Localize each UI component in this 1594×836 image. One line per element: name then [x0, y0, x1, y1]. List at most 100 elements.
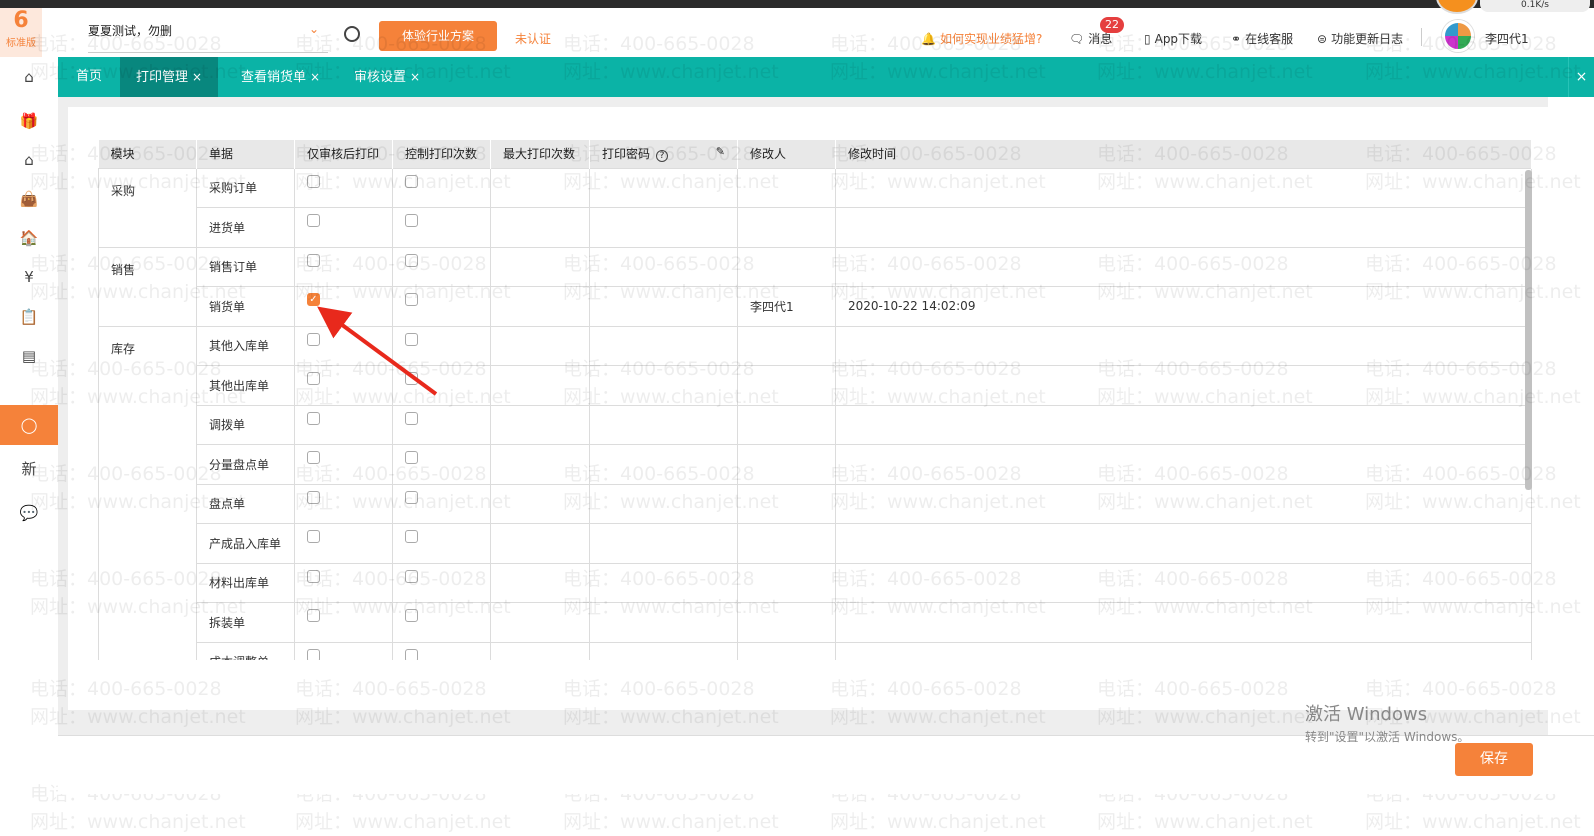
settings-cycle-icon[interactable]: ◯ — [0, 405, 58, 445]
max-count-cell[interactable] — [490, 246, 590, 287]
audit-only-checkbox[interactable] — [307, 332, 320, 346]
password-cell[interactable] — [589, 444, 738, 485]
control-count-checkbox[interactable] — [405, 530, 418, 544]
table-scrollbar[interactable] — [1525, 170, 1532, 490]
tab-view-sales[interactable]: 查看销货单 × — [225, 57, 336, 97]
online-service-button[interactable]: ⚭ 在线客服 — [1231, 30, 1293, 47]
new-icon[interactable]: 新 — [0, 448, 58, 488]
password-cell[interactable] — [589, 286, 738, 327]
audit-only-checkbox[interactable] — [307, 490, 320, 504]
max-count-cell[interactable] — [490, 286, 590, 327]
password-cell[interactable] — [589, 365, 738, 406]
help-icon[interactable]: ? — [656, 150, 669, 163]
max-count-cell[interactable] — [490, 444, 590, 485]
bag-icon[interactable]: 👜 — [0, 179, 58, 219]
password-cell[interactable] — [589, 325, 738, 366]
modifier-cell — [737, 562, 836, 603]
edit-icon[interactable]: ✎ — [716, 145, 725, 158]
table-row: 盘点单 — [99, 483, 1532, 524]
module-label: 库存 — [111, 341, 136, 356]
audit-only-checkbox[interactable] — [307, 174, 320, 188]
changelog-button[interactable]: ⊜ 功能更新日志 — [1317, 30, 1403, 47]
password-cell[interactable] — [589, 562, 738, 603]
document-cell: 拆装单 — [196, 602, 295, 643]
app-logo[interactable]: 6 标准版 — [0, 8, 42, 57]
sales-house-icon[interactable]: ⌂ — [0, 140, 58, 180]
password-cell[interactable] — [589, 523, 738, 564]
control-count-checkbox[interactable] — [405, 490, 418, 504]
document-cell: 销售订单 — [196, 246, 295, 287]
max-count-cell[interactable] — [490, 325, 590, 366]
control-count-checkbox[interactable] — [405, 332, 418, 346]
close-all-tabs-icon[interactable]: × — [1568, 57, 1594, 97]
growth-link[interactable]: 🔔 如何实现业绩猛增? — [921, 30, 1042, 47]
trial-industry-button[interactable]: 体验行业方案 — [379, 21, 497, 51]
document-cell: 调拨单 — [196, 404, 295, 445]
unverified-link[interactable]: 未认证 — [515, 30, 551, 47]
password-cell[interactable] — [589, 404, 738, 445]
password-cell[interactable] — [589, 246, 738, 287]
warehouse-icon[interactable]: 🏠 — [0, 218, 58, 258]
clipboard-icon[interactable]: 📋 — [0, 297, 58, 337]
control-count-checkbox[interactable] — [405, 372, 418, 386]
audit-only-checkbox[interactable] — [307, 451, 320, 465]
audit-only-checkbox[interactable] — [307, 214, 320, 228]
report-icon[interactable]: ▤ — [0, 336, 58, 376]
gift-icon[interactable]: 🎁 — [0, 101, 58, 141]
audit-only-checkbox[interactable] — [307, 648, 320, 660]
chat-bubble-icon[interactable]: 💬 — [0, 493, 58, 533]
control-count-checkbox[interactable] — [405, 569, 418, 583]
audit-only-checkbox[interactable] — [307, 411, 320, 425]
max-count-cell[interactable] — [490, 404, 590, 445]
tab-audit-settings[interactable]: 审核设置 × — [338, 57, 436, 97]
password-cell[interactable] — [589, 167, 738, 208]
modifier-cell — [737, 325, 836, 366]
company-selector[interactable]: 夏夏测试，勿删 — [88, 22, 172, 39]
close-icon[interactable]: × — [310, 70, 320, 84]
max-count-cell[interactable] — [490, 641, 590, 660]
control-count-checkbox[interactable] — [405, 609, 418, 623]
control-count-checkbox[interactable] — [405, 293, 418, 307]
close-icon[interactable]: × — [192, 70, 202, 84]
audit-only-checkbox[interactable] — [307, 569, 320, 583]
audit-only-checkbox[interactable] — [307, 609, 320, 623]
max-count-cell[interactable] — [490, 365, 590, 406]
control-count-checkbox[interactable] — [405, 648, 418, 660]
save-button[interactable]: 保存 — [1455, 743, 1533, 776]
close-icon[interactable]: × — [410, 70, 420, 84]
max-count-cell[interactable] — [490, 602, 590, 643]
password-cell[interactable] — [589, 483, 738, 524]
tab-print-management[interactable]: 打印管理 × — [120, 57, 219, 97]
username[interactable]: 李四代1 — [1485, 30, 1529, 47]
table-row: 库存 其他入库单 — [98, 325, 1532, 660]
control-count-checkbox[interactable] — [405, 411, 418, 425]
control-count-checkbox[interactable] — [405, 174, 418, 188]
max-count-cell[interactable] — [490, 523, 590, 564]
max-count-cell[interactable] — [490, 483, 590, 524]
tab-home[interactable]: 首页 — [60, 57, 118, 97]
home-icon[interactable]: ⌂ — [0, 57, 58, 97]
audit-only-checkbox[interactable] — [307, 253, 320, 267]
avatar[interactable] — [1442, 20, 1474, 52]
max-count-cell[interactable] — [490, 167, 590, 208]
audit-only-checkbox[interactable] — [307, 530, 320, 544]
control-count-checkbox[interactable] — [405, 253, 418, 267]
audit-only-checkbox[interactable]: ✓ — [307, 293, 320, 307]
app-download-button[interactable]: ▯ App下载 — [1144, 30, 1202, 47]
phone-icon: ▯ — [1144, 31, 1151, 46]
gear-icon[interactable] — [344, 26, 360, 42]
audit-only-checkbox[interactable] — [307, 372, 320, 386]
max-count-cell[interactable] — [490, 562, 590, 603]
max-count-cell[interactable] — [490, 207, 590, 248]
password-cell[interactable] — [589, 207, 738, 248]
password-cell[interactable] — [589, 602, 738, 643]
control-count-checkbox[interactable] — [405, 451, 418, 465]
chevron-down-icon[interactable]: ⌄ — [309, 22, 319, 36]
module-cell: 销售 — [98, 246, 197, 327]
document-cell: 材料出库单 — [196, 562, 295, 603]
password-cell[interactable] — [589, 641, 738, 660]
money-bag-icon[interactable]: ¥ — [0, 257, 58, 297]
document-label: 调拨单 — [209, 418, 246, 433]
document-cell: 成本调整单 — [196, 641, 295, 660]
control-count-checkbox[interactable] — [405, 214, 418, 228]
